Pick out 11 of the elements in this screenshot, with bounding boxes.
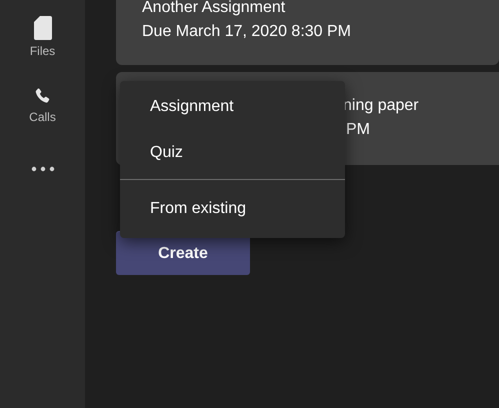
sidebar-label[interactable]: Files — [30, 44, 56, 58]
menu-item[interactable]: Quiz — [120, 130, 345, 176]
menu-item[interactable]: From existing — [120, 186, 345, 232]
more-icon[interactable] — [30, 166, 54, 172]
file-icon — [34, 16, 52, 40]
sidebar-label[interactable]: Calls — [29, 110, 56, 124]
assignment-title: Another Assignment — [142, 0, 286, 18]
assignment-card[interactable]: Another Assignment Due March 17, 2020 8:30 PM — [116, 0, 499, 65]
menu-item[interactable]: Assignment — [120, 84, 345, 130]
due-date: Due March 17, 2020 8:30 PM — [142, 22, 352, 42]
due-date: PM — [345, 120, 371, 140]
